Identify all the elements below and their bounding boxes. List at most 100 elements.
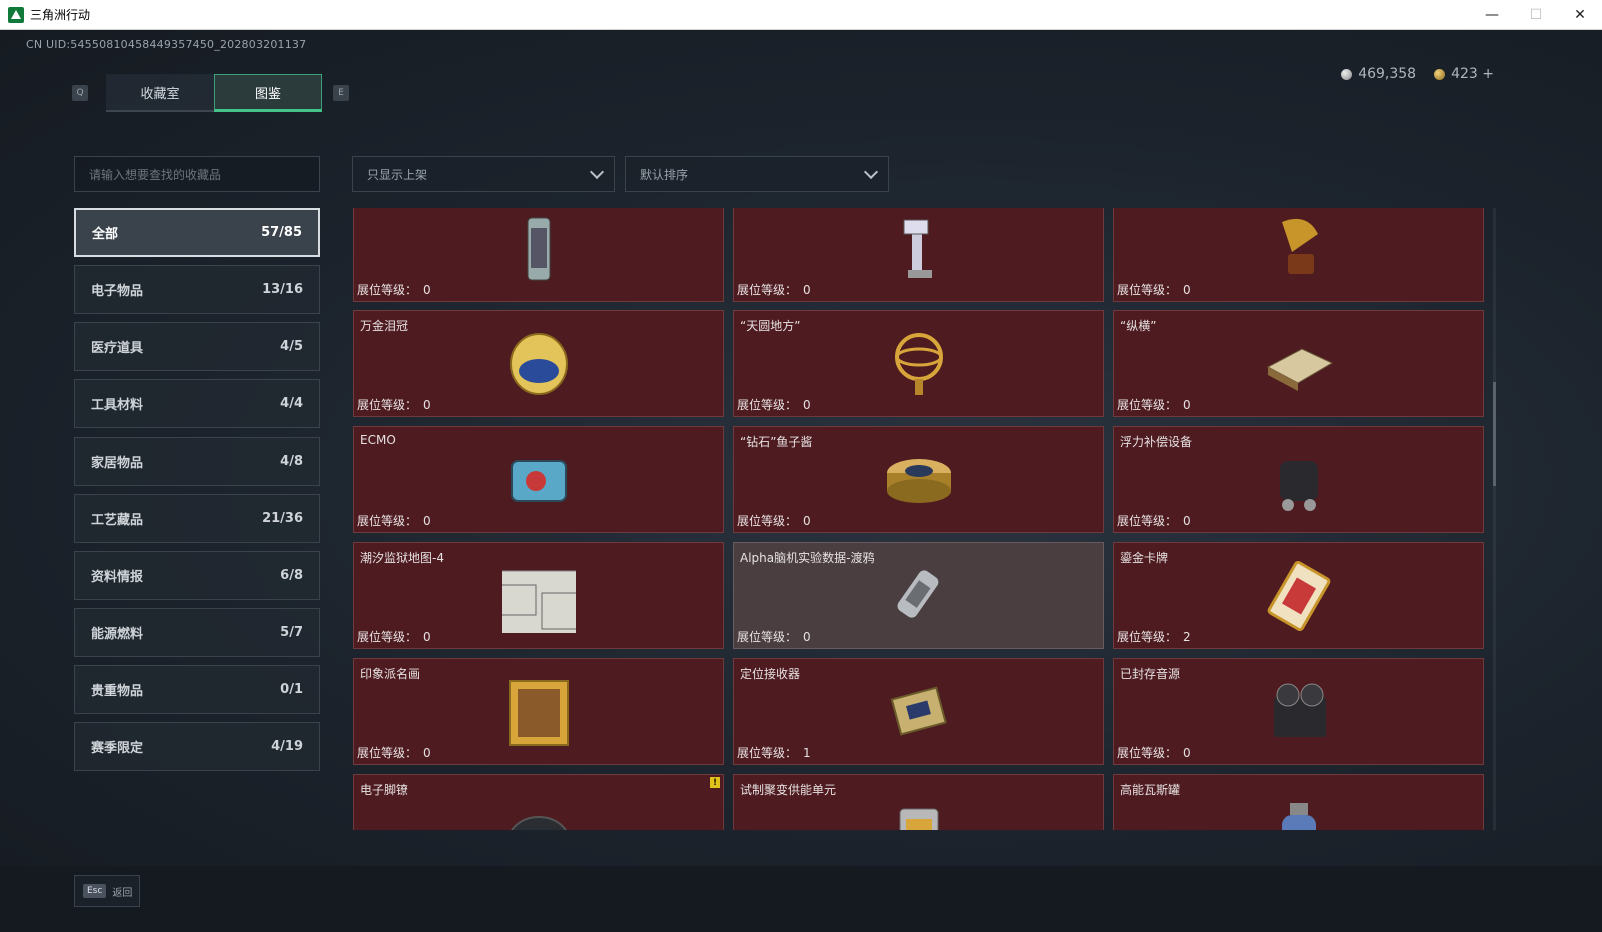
collection-card[interactable]: 高能瓦斯罐: [1113, 774, 1484, 830]
currency-display: 469,358 423 +: [1341, 66, 1494, 82]
collection-card[interactable]: Alpha脑机实验数据-渡鸦 展位等级： 0: [733, 542, 1104, 649]
chevron-down-icon: [863, 164, 879, 180]
card-name: 定位接收器: [740, 667, 801, 681]
card-level-value: 0: [423, 746, 431, 760]
card-level: 展位等级： 0: [357, 396, 431, 413]
category-item[interactable]: 赛季限定 4/19: [74, 722, 320, 771]
card-name: “纵横”: [1120, 319, 1157, 333]
card-name: 试制聚变供能单元: [740, 783, 837, 797]
collection-card[interactable]: 展位等级： 0: [733, 208, 1104, 302]
uid-label: CN UID:54550810458449357450_202803201137: [26, 38, 307, 51]
category-item[interactable]: 能源燃料 5/7: [74, 608, 320, 657]
category-count: 0/1: [280, 682, 303, 697]
card-level: 展位等级： 2: [1117, 628, 1191, 645]
card-level: 展位等级： 0: [737, 281, 811, 298]
tab-bar: 收藏室 图鉴: [106, 74, 322, 112]
collection-card[interactable]: 万金泪冠展位等级： 0: [353, 310, 724, 417]
category-item[interactable]: 医疗道具 4/5: [74, 322, 320, 371]
card-level-value: 0: [1183, 398, 1191, 412]
tab-collection-room[interactable]: 收藏室: [106, 74, 214, 112]
card-name: 高能瓦斯罐: [1120, 783, 1181, 797]
bottom-bar: [0, 866, 1602, 932]
category-count: 4/4: [280, 396, 303, 411]
category-item[interactable]: 工具材料 4/4: [74, 379, 320, 428]
category-item[interactable]: 全部 57/85: [74, 208, 320, 257]
tab-catalog[interactable]: 图鉴: [214, 74, 322, 112]
category-label: 能源燃料: [91, 627, 144, 642]
collection-card[interactable]: 鎏金卡牌 展位等级： 2: [1113, 542, 1484, 649]
card-level-label: 展位等级：: [1117, 630, 1178, 644]
collection-card[interactable]: ECMO 展位等级： 0: [353, 426, 724, 533]
ankle-monitor-icon: [502, 791, 576, 830]
card-level-value: 0: [803, 398, 811, 412]
grid-scrollbar-track[interactable]: [1493, 208, 1496, 830]
collection-card[interactable]: 印象派名画 展位等级： 0: [353, 658, 724, 765]
collection-card[interactable]: “纵横” 展位等级： 0: [1113, 310, 1484, 417]
jeweled-egg-icon: [502, 327, 576, 401]
gas-canister-icon: [1262, 791, 1336, 830]
card-level-value: 2: [1183, 630, 1191, 644]
collection-card[interactable]: 试制聚变供能单元: [733, 774, 1104, 830]
gold-currency[interactable]: 423 +: [1434, 66, 1494, 82]
category-item[interactable]: 贵重物品 0/1: [74, 665, 320, 714]
medical-arm-icon: [882, 212, 956, 286]
card-level-label: 展位等级：: [1117, 746, 1178, 760]
chevron-down-icon: [589, 164, 605, 180]
card-level-value: 0: [1183, 746, 1191, 760]
window-controls: — ☐ ✕: [1470, 0, 1602, 30]
collection-card[interactable]: 展位等级： 0: [1113, 208, 1484, 302]
framed-painting-icon: [502, 675, 576, 749]
category-item[interactable]: 电子物品 13/16: [74, 265, 320, 314]
gold-amount: 423 +: [1451, 66, 1494, 82]
card-level: 展位等级： 0: [737, 628, 811, 645]
category-label: 家居物品: [91, 456, 144, 471]
category-count: 13/16: [262, 282, 303, 297]
card-level-label: 展位等级：: [737, 514, 798, 528]
card-level-value: 0: [803, 514, 811, 528]
silver-currency: 469,358: [1341, 66, 1416, 82]
card-name: 浮力补偿设备: [1120, 435, 1193, 449]
window-titlebar: 三角洲行动 — ☐ ✕: [0, 0, 1602, 30]
category-count: 4/5: [280, 339, 303, 354]
collection-card[interactable]: 展位等级： 0: [353, 208, 724, 302]
category-count: 6/8: [280, 568, 303, 583]
category-item[interactable]: 家居物品 4/8: [74, 437, 320, 486]
reactor-icon: [502, 212, 576, 286]
card-level: 展位等级： 0: [357, 281, 431, 298]
category-label: 贵重物品: [91, 684, 144, 699]
caviar-tin-icon: [882, 443, 956, 517]
grid-scrollbar-thumb[interactable]: [1493, 382, 1496, 486]
card-level-label: 展位等级：: [1117, 514, 1178, 528]
card-name: “天圆地方”: [740, 319, 801, 333]
card-level-value: 0: [1183, 283, 1191, 297]
minimize-icon[interactable]: —: [1470, 0, 1514, 30]
card-name: 万金泪冠: [360, 319, 409, 333]
collection-card[interactable]: 浮力补偿设备 展位等级： 0: [1113, 426, 1484, 533]
card-level-label: 展位等级：: [357, 283, 418, 297]
collection-card[interactable]: 定位接收器 展位等级： 1: [733, 658, 1104, 765]
card-level: 展位等级： 0: [357, 512, 431, 529]
close-icon[interactable]: ✕: [1558, 0, 1602, 30]
category-label: 医疗道具: [91, 341, 144, 356]
esc-key-hint: Esc: [83, 884, 107, 898]
search-input[interactable]: 请输入想要查找的收藏品: [74, 156, 320, 192]
card-level-value: 0: [423, 398, 431, 412]
collection-card[interactable]: 已封存音源 展位等级： 0: [1113, 658, 1484, 765]
category-label: 工艺藏品: [91, 513, 144, 528]
card-name: “钻石”鱼子酱: [740, 435, 813, 449]
collection-card[interactable]: 电子脚镣!: [353, 774, 724, 830]
maximize-icon[interactable]: ☐: [1514, 0, 1558, 30]
collection-card[interactable]: “钻石”鱼子酱 展位等级： 0: [733, 426, 1104, 533]
card-level-label: 展位等级：: [1117, 283, 1178, 297]
back-button[interactable]: Esc 返回: [74, 875, 140, 907]
card-level: 展位等级： 0: [1117, 396, 1191, 413]
buoyancy-device-icon: [1262, 443, 1336, 517]
collection-card[interactable]: “天圆地方” 展位等级： 0: [733, 310, 1104, 417]
category-label: 工具材料: [91, 398, 144, 413]
display-filter-dropdown[interactable]: 只显示上架: [352, 156, 615, 192]
collection-card[interactable]: 潮汐监狱地图-4 展位等级： 0: [353, 542, 724, 649]
category-item[interactable]: 资料情报 6/8: [74, 551, 320, 600]
card-name: 电子脚镣: [360, 783, 409, 797]
sort-dropdown[interactable]: 默认排序: [625, 156, 889, 192]
category-item[interactable]: 工艺藏品 21/36: [74, 494, 320, 543]
